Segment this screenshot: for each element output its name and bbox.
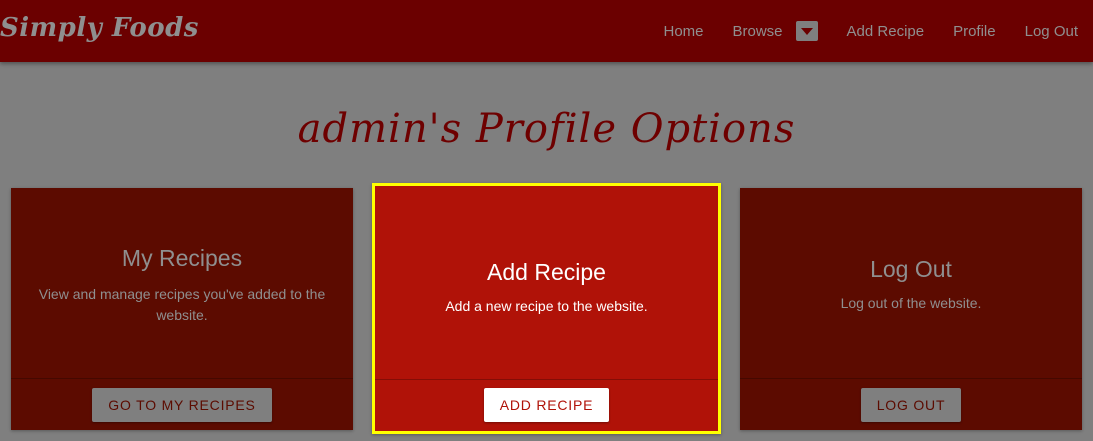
card-body: Log Out Log out of the website. [740,188,1082,379]
card-footer: LOG OUT [740,379,1082,430]
add-recipe-card: Add Recipe Add a new recipe to the websi… [372,183,721,434]
nav-home-link[interactable]: Home [663,23,703,40]
go-to-my-recipes-button[interactable]: GO TO MY RECIPES [92,387,272,422]
nav-browse: Browse [733,21,818,41]
card-title: My Recipes [121,245,243,271]
card-footer: ADD RECIPE [375,379,718,431]
page-title: admin's Profile Options [297,106,796,152]
add-recipe-button[interactable]: ADD RECIPE [483,388,610,422]
card-description: Add a new recipe to the website. [445,298,648,314]
log-out-card: Log Out Log out of the website. LOG OUT [740,188,1082,430]
card-title: Add Recipe [487,259,606,285]
nav-links: Home Browse Add Recipe Profile Log Out [663,0,1078,62]
card-title: Log Out [870,256,952,282]
nav-add-recipe-link[interactable]: Add Recipe [847,23,925,40]
card-body: My Recipes View and manage recipes you'v… [11,188,353,379]
navbar: Simply Foods Home Browse Add Recipe Prof… [0,0,1093,62]
card-description: View and manage recipes you've added to … [38,286,326,323]
card-body: Add Recipe Add a new recipe to the websi… [375,186,718,380]
my-recipes-card: My Recipes View and manage recipes you'v… [11,188,353,430]
log-out-button[interactable]: LOG OUT [860,387,962,422]
brand-logo[interactable]: Simply Foods [0,13,199,43]
caret-down-icon[interactable] [795,21,818,41]
card-description: Log out of the website. [840,295,982,311]
card-footer: GO TO MY RECIPES [11,379,353,430]
nav-browse-link[interactable]: Browse [733,23,783,40]
nav-profile-link[interactable]: Profile [953,23,996,40]
nav-log-out-link[interactable]: Log Out [1025,23,1078,40]
